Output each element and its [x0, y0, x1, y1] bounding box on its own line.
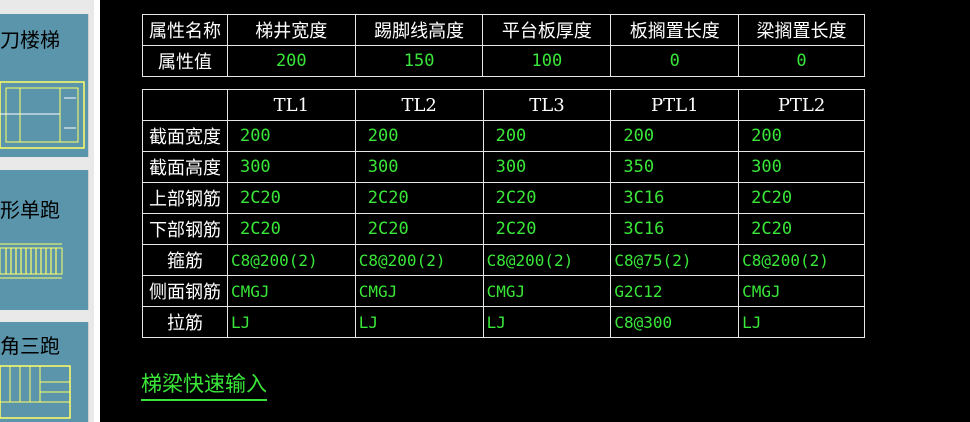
beam-cell[interactable]: 2C20 [482, 182, 612, 214]
row-label: 下部钢筋 [142, 213, 228, 245]
table-row: 拉筋 LJ LJ LJ C8@300 LJ [142, 306, 865, 338]
table-row: 下部钢筋 2C20 2C20 2C20 3C16 2C20 [142, 213, 865, 245]
beam-cell[interactable]: LJ [354, 306, 484, 338]
stair-diagram-icon [0, 81, 85, 149]
beam-cell[interactable]: CMGJ [226, 275, 356, 307]
beam-cell[interactable]: 200 [482, 120, 612, 152]
beam-cell[interactable]: 200 [226, 120, 356, 152]
stair-type-sidebar: 刀楼梯 形单跑 角三跑 [0, 0, 100, 422]
table-row: 上部钢筋 2C20 2C20 2C20 3C16 2C20 [142, 182, 865, 214]
beam-cell[interactable]: 3C16 [610, 182, 740, 214]
beam-column-header: PTL2 [738, 89, 865, 121]
beam-cell[interactable]: 2C20 [738, 182, 865, 214]
beam-cell[interactable]: C8@200(2) [738, 244, 865, 276]
row-label: 截面宽度 [142, 120, 228, 152]
stair-property-table: 属性名称 梯井宽度 踢脚线高度 平台板厚度 板搁置长度 梁搁置长度 属性值 20… [142, 14, 865, 77]
table-row: 属性值 200 150 100 0 0 [142, 45, 865, 77]
row-label: 拉筋 [142, 306, 228, 338]
stair-diagram-icon [0, 365, 71, 419]
table-row: 箍筋 C8@200(2) C8@200(2) C8@200(2) C8@75(2… [142, 244, 865, 276]
stair-thumb-2[interactable]: 形单跑 [0, 170, 89, 310]
beam-column-header: TL2 [354, 89, 484, 121]
stair-thumb-1[interactable]: 刀楼梯 [0, 14, 89, 157]
row-label: 侧面钢筋 [142, 275, 228, 307]
table-row: 侧面钢筋 CMGJ CMGJ CMGJ G2C12 CMGJ [142, 275, 865, 307]
beam-cell[interactable]: C8@75(2) [610, 244, 740, 276]
stair-diagram-icon [0, 243, 63, 279]
beam-cell[interactable]: LJ [482, 306, 612, 338]
beam-cell[interactable]: C8@300 [610, 306, 740, 338]
beam-cell[interactable]: 200 [610, 120, 740, 152]
table-row: TL1 TL2 TL3 PTL1 PTL2 [142, 89, 865, 121]
beam-cell[interactable]: LJ [738, 306, 865, 338]
stair-thumb-3[interactable]: 角三跑 [0, 322, 89, 422]
table-row: 截面宽度 200 200 200 200 200 [142, 120, 865, 152]
property-value-label: 属性值 [142, 45, 228, 77]
beam-cell[interactable]: 3C16 [610, 213, 740, 245]
beam-cell[interactable]: 300 [226, 151, 356, 183]
table-row: 截面高度 300 300 300 350 300 [142, 151, 865, 183]
beam-column-header: TL1 [226, 89, 356, 121]
beam-column-header: PTL1 [610, 89, 740, 121]
beam-cell[interactable]: 2C20 [354, 213, 484, 245]
property-value-cell[interactable]: 100 [482, 45, 612, 77]
row-label: 上部钢筋 [142, 182, 228, 214]
beam-cell[interactable]: G2C12 [610, 275, 740, 307]
beam-cell[interactable]: 300 [354, 151, 484, 183]
beam-cell[interactable]: CMGJ [354, 275, 484, 307]
beam-cell[interactable]: 200 [738, 120, 865, 152]
beam-cell[interactable]: CMGJ [738, 275, 865, 307]
row-label: 箍筋 [142, 244, 228, 276]
beam-cell[interactable]: C8@200(2) [226, 244, 356, 276]
beam-cell[interactable]: 2C20 [354, 182, 484, 214]
beam-cell[interactable]: 2C20 [738, 213, 865, 245]
column-header: 平台板厚度 [482, 14, 612, 46]
stair-thumb-label: 形单跑 [0, 198, 60, 222]
stair-thumb-label: 刀楼梯 [0, 28, 60, 52]
beam-cell[interactable]: 2C20 [226, 213, 356, 245]
beam-cell[interactable]: CMGJ [482, 275, 612, 307]
beam-cell[interactable]: 2C20 [226, 182, 356, 214]
column-header: 踢脚线高度 [354, 14, 484, 46]
property-value-cell[interactable]: 0 [610, 45, 740, 77]
table-row: 属性名称 梯井宽度 踢脚线高度 平台板厚度 板搁置长度 梁搁置长度 [142, 14, 865, 46]
beam-column-header: TL3 [482, 89, 612, 121]
beam-cell[interactable]: LJ [226, 306, 356, 338]
beam-cell[interactable]: C8@200(2) [354, 244, 484, 276]
beam-cell[interactable]: C8@200(2) [482, 244, 612, 276]
column-header: 板搁置长度 [610, 14, 740, 46]
stair-thumb-label: 角三跑 [0, 334, 60, 358]
property-value-cell[interactable]: 0 [738, 45, 865, 77]
column-header: 梁搁置长度 [738, 14, 865, 46]
beam-cell[interactable]: 350 [610, 151, 740, 183]
property-name-header: 属性名称 [142, 14, 228, 46]
beam-cell[interactable]: 300 [482, 151, 612, 183]
beam-cell[interactable]: 300 [738, 151, 865, 183]
property-value-cell[interactable]: 150 [354, 45, 484, 77]
property-value-cell[interactable]: 200 [226, 45, 356, 77]
column-header: 梯井宽度 [226, 14, 356, 46]
stair-beam-table: TL1 TL2 TL3 PTL1 PTL2 截面宽度 200 200 200 2… [142, 89, 865, 338]
beam-cell[interactable]: 200 [354, 120, 484, 152]
row-label: 截面高度 [142, 151, 228, 183]
beam-quick-input-link[interactable]: 梯梁快速输入 [141, 368, 267, 401]
beam-cell[interactable]: 2C20 [482, 213, 612, 245]
beam-table-corner [142, 89, 228, 121]
